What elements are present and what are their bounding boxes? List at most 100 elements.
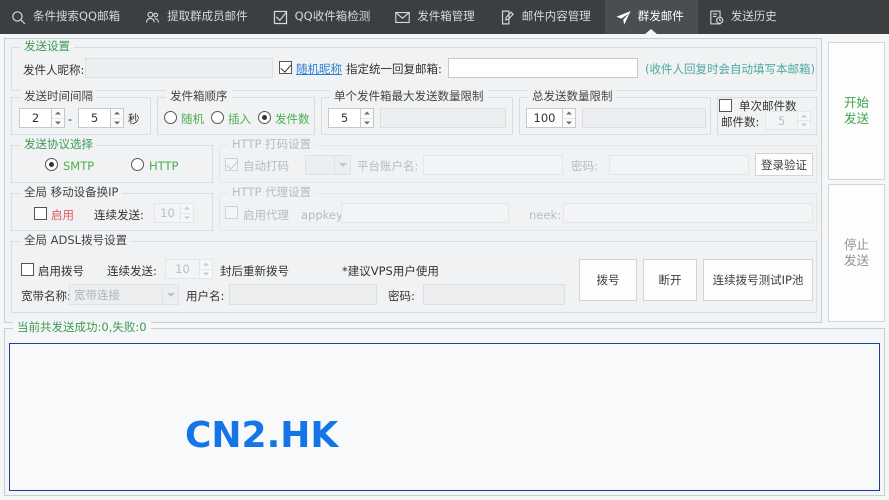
auto-captcha-label: 自动打码 (243, 159, 289, 173)
sender-order-radio-random[interactable] (164, 111, 177, 124)
adsl-tip: *建议VPS用户使用 (342, 264, 439, 278)
bulk-mail-settings-panel: 发送设置 发件人昵称: 随机昵称 指定统一回复邮箱: (收件人回复时会自动填写本… (4, 38, 822, 323)
tab-bulk-mail[interactable]: 群发邮件 (605, 0, 698, 34)
tab-label: 提取群成员邮件 (167, 11, 248, 23)
adsl-password-label: 密码: (388, 289, 415, 303)
adsl-test-ip-pool-button[interactable]: 连续拨号测试IP池 (703, 259, 813, 301)
stop-send-line1: 停止 (844, 237, 869, 252)
adsl-hangup-button[interactable]: 断开 (643, 259, 697, 301)
mobile-ip-continuous-label: 连续发送: (94, 208, 144, 222)
adsl-enable-checkbox[interactable] (21, 263, 34, 276)
batch-count-checkbox[interactable] (719, 99, 732, 112)
envelope-icon (394, 9, 411, 26)
group-legend: 发送时间间隔 (20, 90, 97, 102)
total-limit-field[interactable] (582, 108, 706, 128)
single-limit-spinner[interactable]: 5 (328, 108, 374, 128)
spinner-arrows[interactable] (360, 108, 374, 128)
random-nick-checkbox[interactable] (279, 61, 292, 74)
tab-mail-content-management[interactable]: 邮件内容管理 (489, 0, 605, 34)
group-legend: 全局 移动设备换IP (20, 186, 122, 198)
total-limit-spinner[interactable]: 100 (526, 108, 576, 128)
single-limit-value: 5 (328, 108, 360, 128)
watermark: CN2.HK (185, 415, 338, 456)
group-icon (144, 9, 161, 26)
sender-order-radio-count[interactable] (258, 111, 271, 124)
mobile-ip-enable-checkbox[interactable] (34, 207, 47, 220)
spinner-arrows[interactable] (199, 259, 213, 279)
batch-count-spinner[interactable]: 5 (765, 111, 811, 130)
adsl-username-input[interactable] (229, 284, 377, 305)
mobile-ip-continuous-spinner[interactable]: 10 (154, 203, 194, 223)
stop-send-label: 停止 发送 (844, 237, 869, 269)
neek-label: neek: (529, 208, 561, 222)
protocol-radio-smtp[interactable] (45, 158, 58, 171)
protocol-radio-http[interactable] (131, 158, 144, 171)
platform-account-input[interactable] (423, 155, 563, 175)
login-verify-label: 登录验证 (761, 157, 807, 173)
group-legend: 发件箱顺序 (166, 90, 232, 102)
stop-send-line2: 发送 (844, 253, 869, 268)
spinner-arrows[interactable] (51, 108, 65, 128)
sender-order-radio-insert[interactable] (211, 111, 224, 124)
adsl-dial-label: 拨号 (597, 272, 620, 288)
protocol-label-http[interactable]: HTTP (149, 159, 178, 173)
spinner-arrows[interactable] (180, 203, 194, 223)
tab-outbox-management[interactable]: 发件箱管理 (384, 0, 489, 34)
spinner-arrows[interactable] (797, 111, 811, 130)
sender-order-label-random[interactable]: 随机 (181, 112, 204, 126)
protocol-label-smtp[interactable]: SMTP (63, 159, 94, 173)
start-send-button[interactable]: 开始 发送 (828, 42, 885, 180)
adsl-password-input[interactable] (423, 284, 565, 305)
protocol-group: 发送协议选择 (11, 145, 213, 183)
sender-order-label-count[interactable]: 发件数 (275, 112, 310, 126)
broadband-name-select[interactable]: 宽带连接 (69, 284, 179, 305)
tab-label: 条件搜索QQ邮箱 (33, 11, 120, 23)
captcha-password-input[interactable] (609, 155, 749, 175)
appkey-input[interactable] (341, 203, 509, 223)
sender-order-label-insert[interactable]: 插入 (228, 112, 251, 126)
broadband-name-value: 宽带连接 (74, 287, 120, 303)
neek-input[interactable] (563, 203, 813, 223)
batch-count-label: 邮件数: (721, 115, 759, 129)
captcha-platform-select[interactable] (305, 155, 351, 175)
appkey-label: appkey: (301, 208, 346, 222)
main-tabbar: 条件搜索QQ邮箱 提取群成员邮件 QQ收件箱检测 (0, 0, 889, 34)
send-status-text: 当前共发送成功:0,失败:0 (13, 321, 151, 333)
tab-search-qq-mailbox[interactable]: 条件搜索QQ邮箱 (0, 0, 134, 34)
group-legend: HTTP 代理设置 (228, 186, 315, 198)
interval-dash: - (68, 112, 72, 126)
tab-label: 发送历史 (731, 11, 777, 23)
adsl-dial-button[interactable]: 拨号 (579, 259, 637, 301)
spinner-arrows[interactable] (110, 108, 124, 128)
http-proxy-enable-label: 启用代理 (243, 208, 289, 222)
group-legend: 单个发件箱最大发送数量限制 (330, 90, 488, 102)
reply-mail-hint: (收件人回复时会自动填写本邮箱) (645, 62, 815, 76)
tab-label: 邮件内容管理 (522, 11, 591, 23)
http-proxy-enable-checkbox[interactable] (225, 206, 238, 219)
stop-send-button[interactable]: 停止 发送 (828, 184, 885, 322)
interval-to-spinner[interactable]: 5 (78, 108, 124, 128)
auto-captcha-checkbox[interactable] (225, 158, 238, 171)
interval-from-value: 2 (19, 108, 51, 128)
tab-qq-inbox-check[interactable]: QQ收件箱检测 (262, 0, 385, 34)
send-log-textarea[interactable] (9, 343, 880, 491)
adsl-username-label: 用户名: (186, 289, 224, 303)
sender-nick-input[interactable] (85, 58, 273, 78)
total-limit-value: 100 (526, 108, 562, 128)
tab-send-history[interactable]: 发送历史 (698, 0, 791, 34)
reply-mail-input[interactable] (448, 58, 638, 78)
send-status-group: 当前共发送成功:0,失败:0 (4, 328, 885, 496)
tab-extract-group-members[interactable]: 提取群成员邮件 (134, 0, 262, 34)
group-legend: 全局 ADSL拨号设置 (20, 234, 131, 246)
adsl-continuous-value: 10 (165, 259, 199, 279)
adsl-continuous-spinner[interactable]: 10 (165, 259, 213, 279)
single-limit-field[interactable] (380, 108, 506, 128)
checkbox-icon (272, 9, 289, 26)
interval-from-spinner[interactable]: 2 (19, 108, 65, 128)
adsl-hangup-label: 断开 (659, 272, 682, 288)
login-verify-button[interactable]: 登录验证 (755, 153, 813, 176)
adsl-test-ip-pool-label: 连续拨号测试IP池 (713, 272, 804, 288)
spinner-arrows[interactable] (562, 108, 576, 128)
start-send-line2: 发送 (844, 111, 869, 126)
random-nick-label[interactable]: 随机昵称 (296, 62, 342, 76)
